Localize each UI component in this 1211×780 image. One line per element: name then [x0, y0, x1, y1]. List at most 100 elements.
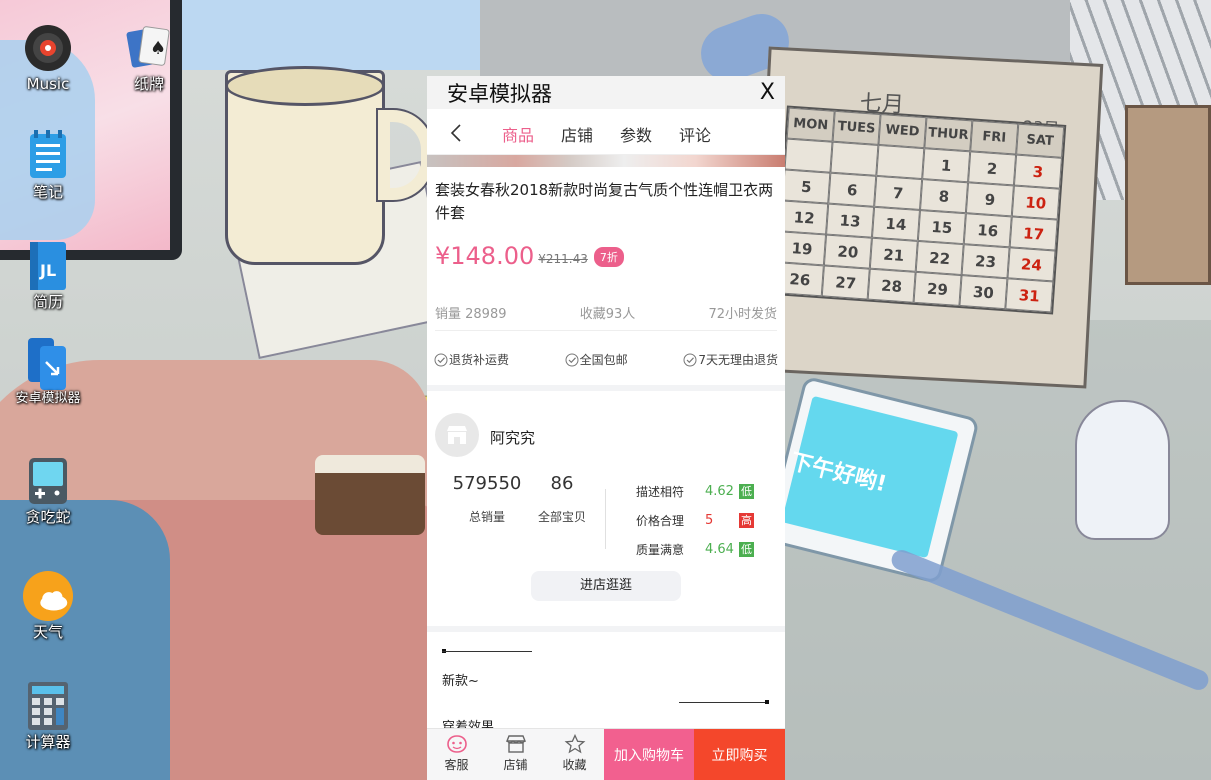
calendar-day: 21	[869, 237, 918, 272]
android-emulator-icon	[22, 338, 74, 390]
service-item: 7天无理由退货	[683, 351, 778, 368]
calendar-day: 14	[871, 206, 920, 241]
phone-screen: 商品 店铺 参数 评论 套装女春秋2018新款时尚复古气质个性连帽卫衣两件套 ¥…	[427, 109, 785, 780]
bottom-action-bar: 客服 店铺 收藏 加入购物车 立即购买	[427, 728, 785, 780]
desktop-icon-snake[interactable]: 贪吃蛇	[13, 455, 83, 525]
calendar-day: 13	[826, 203, 875, 238]
product-title: 套装女春秋2018新款时尚复古气质个性连帽卫衣两件套	[435, 181, 774, 222]
desktop-icon-notes[interactable]: 笔记	[13, 130, 83, 200]
desc-divider	[442, 651, 532, 652]
calculator-icon	[22, 680, 74, 732]
desc-divider	[679, 702, 769, 703]
rating-score: 5	[705, 513, 714, 528]
desktop-icon-label: 简历	[32, 293, 63, 311]
product-topnav: 商品 店铺 参数 评论	[427, 109, 785, 155]
calendar-day: 19	[778, 231, 827, 266]
calendar-day: 15	[917, 210, 966, 245]
tab-goods[interactable]: 商品	[502, 122, 561, 146]
calendar-header: MON	[786, 107, 835, 142]
desktop-icon-calculator[interactable]: 计算器	[13, 680, 83, 750]
product-image[interactable]	[427, 155, 785, 167]
rating-tag: 高	[739, 513, 754, 528]
back-button[interactable]	[447, 123, 467, 143]
window-titlebar[interactable]: 安卓模拟器 X	[427, 76, 785, 109]
wallpaper-figure	[1075, 400, 1170, 540]
customer-service-button[interactable]: 客服	[427, 729, 486, 780]
store-icon	[447, 426, 467, 444]
shop-name[interactable]: 阿究究	[490, 427, 535, 448]
svg-text:♠: ♠	[150, 38, 166, 59]
service-guarantees: 退货补运费 全国包邮 7天无理由退货	[434, 351, 778, 368]
buy-now-button[interactable]: 立即购买	[694, 729, 785, 780]
calendar-header: WED	[878, 114, 927, 149]
resume-icon: JL	[22, 240, 74, 292]
desktop-icon-label: 笔记	[32, 183, 63, 201]
rating-label: 描述相符	[636, 485, 685, 499]
tab-reviews[interactable]: 评论	[679, 122, 738, 146]
calendar-day	[876, 144, 925, 180]
all-items-label: 全部宝贝	[537, 510, 586, 524]
tab-params[interactable]: 参数	[620, 122, 679, 146]
desktop-icon-label: 安卓模拟器	[15, 391, 81, 406]
product-price: ¥148.00	[435, 242, 535, 270]
close-button[interactable]: X	[760, 80, 775, 105]
music-disc-icon	[22, 22, 74, 74]
desktop-icon-label: 纸牌	[133, 75, 164, 93]
calendar-day: 20	[823, 234, 872, 269]
calendar-header: TUES	[832, 110, 881, 145]
calendar-day	[784, 138, 833, 173]
service-item: 退货补运费	[434, 351, 509, 368]
product-tabs: 商品 店铺 参数 评论	[502, 122, 738, 146]
rating-score: 4.62	[705, 484, 734, 499]
product-info-card: 套装女春秋2018新款时尚复古气质个性连帽卫衣两件套 ¥148.00 ¥211.…	[427, 167, 785, 385]
shop-total-sales[interactable]: 579550 总销量	[449, 473, 525, 525]
notes-icon	[22, 130, 74, 182]
rating-label: 质量满意	[636, 543, 685, 557]
shop-all-items[interactable]: 86 全部宝贝	[531, 473, 593, 525]
enter-shop-button[interactable]: 进店逛逛	[531, 571, 681, 601]
rating-row: 质量满意 4.64 低	[636, 541, 754, 558]
shop-avatar[interactable]	[435, 413, 479, 457]
tab-shop[interactable]: 店铺	[561, 122, 620, 146]
total-sales-value: 579550	[452, 473, 522, 494]
price-row: ¥148.00 ¥211.43 7折	[435, 242, 624, 270]
store-label: 店铺	[503, 758, 528, 772]
rating-score: 4.64	[705, 542, 734, 557]
calendar-day: 8	[920, 179, 969, 214]
calendar-day: 12	[780, 200, 829, 235]
calendar-day: 9	[965, 182, 1014, 217]
calendar-day: 5	[782, 169, 831, 204]
calendar-day: 28	[867, 268, 916, 303]
store-icon	[505, 735, 526, 753]
desktop-icon-weather[interactable]: 天气	[13, 570, 83, 640]
calendar-day: 24	[1007, 247, 1056, 282]
calendar-grid: MON TUES WED THUR FRI SAT 1 2 3 5 6 7 8 9 10 12 13 14 15 16…	[773, 105, 1067, 315]
desktop-icon-resume[interactable]: JL 简历	[13, 240, 83, 310]
rating-row: 价格合理 5 高	[636, 512, 754, 529]
desktop-icon-music[interactable]: Music	[13, 22, 83, 92]
star-icon	[564, 734, 585, 754]
calendar-header: THUR	[924, 117, 973, 152]
desktop-icon-label: 贪吃蛇	[25, 508, 71, 526]
add-to-cart-button[interactable]: 加入购物车	[604, 729, 694, 780]
favorites-count: 收藏93人	[579, 307, 636, 322]
svg-text:JL: JL	[39, 261, 56, 280]
desktop-icon-android-emulator[interactable]: 安卓模拟器	[13, 338, 83, 406]
calendar-day: 30	[959, 275, 1008, 310]
favorite-button[interactable]: 收藏	[545, 729, 604, 780]
desktop-icon-solitaire[interactable]: ♠ 纸牌	[114, 22, 184, 92]
rating-tag: 低	[739, 542, 754, 557]
store-button[interactable]: 店铺	[486, 729, 545, 780]
wallpaper-pencup	[1125, 105, 1211, 285]
service-label: 退货补运费	[449, 353, 510, 367]
check-circle-icon	[683, 353, 697, 366]
calendar-day: 16	[963, 213, 1012, 248]
shop-divider	[605, 489, 606, 549]
shipping-time: 72小时发货	[708, 307, 777, 322]
calendar-day: 17	[1009, 216, 1058, 251]
customer-service-icon	[446, 735, 467, 753]
solitaire-cards-icon: ♠	[123, 22, 175, 74]
weather-icon	[22, 570, 74, 622]
rating-tag: 低	[739, 484, 754, 499]
desktop-icon-label: 天气	[32, 623, 63, 641]
